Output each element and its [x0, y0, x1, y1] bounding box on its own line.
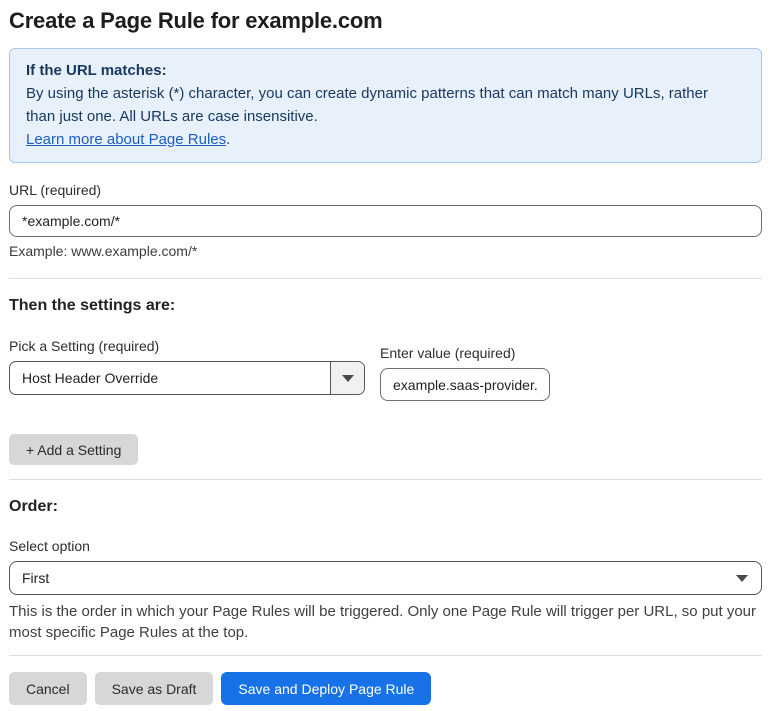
learn-more-link[interactable]: Learn more about Page Rules [26, 131, 226, 148]
page-title: Create a Page Rule for example.com [9, 8, 383, 33]
setting-picker-column: Pick a Setting (required) Host Header Ov… [9, 320, 365, 401]
chevron-down-icon [341, 374, 354, 382]
info-box-body: By using the asterisk (*) character, you… [26, 85, 708, 125]
order-help-text: This is the order in which your Page Rul… [9, 603, 757, 641]
divider [9, 655, 762, 656]
pick-setting-label: Pick a Setting (required) [9, 338, 160, 354]
setting-row: Pick a Setting (required) Host Header Ov… [9, 320, 762, 401]
url-input[interactable] [9, 205, 762, 237]
save-as-draft-button[interactable]: Save as Draft [94, 672, 214, 705]
add-setting-button[interactable]: + Add a Setting [9, 434, 139, 465]
setting-select-arrow-button[interactable] [330, 362, 364, 394]
order-section-heading: Order: [9, 498, 58, 515]
url-match-info-box: If the URL matches: By using the asteris… [9, 48, 762, 163]
save-and-deploy-button[interactable]: Save and Deploy Page Rule [221, 672, 432, 705]
order-select-value: First [22, 570, 50, 586]
divider [9, 479, 762, 480]
chevron-down-icon [736, 575, 748, 582]
info-box-heading: If the URL matches: [26, 62, 167, 79]
url-label: URL (required) [9, 182, 102, 198]
enter-value-label: Enter value (required) [380, 345, 516, 361]
setting-select-value: Host Header Override [22, 370, 159, 386]
setting-value-column: Enter value (required) [380, 320, 550, 401]
order-select-label: Select option [9, 538, 90, 554]
order-select[interactable]: First [9, 561, 762, 595]
settings-section-heading: Then the settings are: [9, 297, 176, 314]
setting-value-input[interactable] [380, 368, 550, 401]
divider [9, 278, 762, 279]
url-hint: Example: www.example.com/* [9, 243, 198, 259]
cancel-button[interactable]: Cancel [9, 672, 87, 705]
link-suffix: . [226, 131, 231, 148]
info-box-link-line: Learn more about Page Rules. [26, 128, 745, 151]
create-page-rule-form: Create a Page Rule for example.com If th… [0, 0, 772, 705]
setting-select[interactable]: Host Header Override [9, 361, 365, 395]
form-actions: Cancel Save as Draft Save and Deploy Pag… [9, 672, 762, 705]
